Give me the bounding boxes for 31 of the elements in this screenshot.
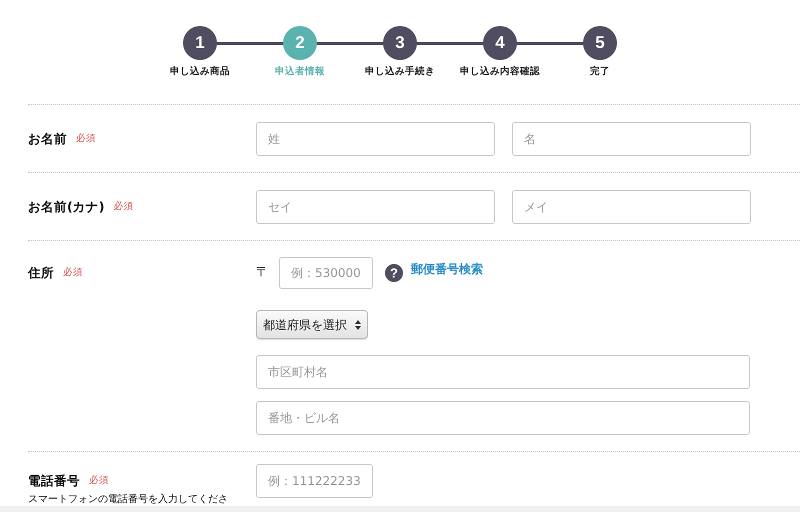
help-icon[interactable]: ? (385, 264, 403, 282)
text-field[interactable]: 名 (512, 122, 751, 156)
required-tag: 必須 (113, 200, 134, 214)
step-number[interactable]: 3 (383, 26, 417, 60)
select-arrows-icon (355, 320, 361, 330)
field-label: 電話番号 (28, 472, 80, 490)
prefecture-select[interactable]: 都道府県を選択 (256, 310, 368, 339)
text-field[interactable]: 番地・ビル名 (256, 401, 750, 435)
field-label: お名前 (28, 130, 67, 148)
step-number[interactable]: 4 (483, 26, 517, 60)
step-label: 申し込み内容確認 (459, 65, 541, 79)
required-tag: 必須 (89, 474, 109, 488)
field-label: 住所 (28, 264, 54, 282)
step-label: 申し込み商品 (169, 65, 231, 79)
step-number[interactable]: 1 (183, 26, 217, 60)
postal-mark: 〒 (256, 264, 269, 282)
postal-code-field[interactable]: 例：530000 (279, 257, 373, 289)
text-field[interactable]: メイ (512, 190, 751, 224)
required-tag: 必須 (76, 132, 96, 146)
hint-text: スマートフォンの電話番号を入力してくださ (28, 494, 229, 506)
text-field[interactable]: 市区町村名 (256, 355, 750, 389)
text-field[interactable]: セイ (256, 190, 495, 224)
step-label: 申し込み手続き (364, 65, 436, 79)
step-label: 申込者情報 (274, 65, 326, 79)
postal-search-link[interactable]: 郵便番号検索 (411, 260, 483, 278)
step-number[interactable]: 5 (583, 26, 617, 60)
field-label: お名前(カナ) (28, 198, 104, 216)
required-tag: 必須 (63, 266, 83, 280)
step-label: 完了 (589, 65, 611, 79)
phone-field[interactable]: 例：111222233 (256, 464, 373, 498)
text-field[interactable]: 姓 (256, 122, 495, 156)
